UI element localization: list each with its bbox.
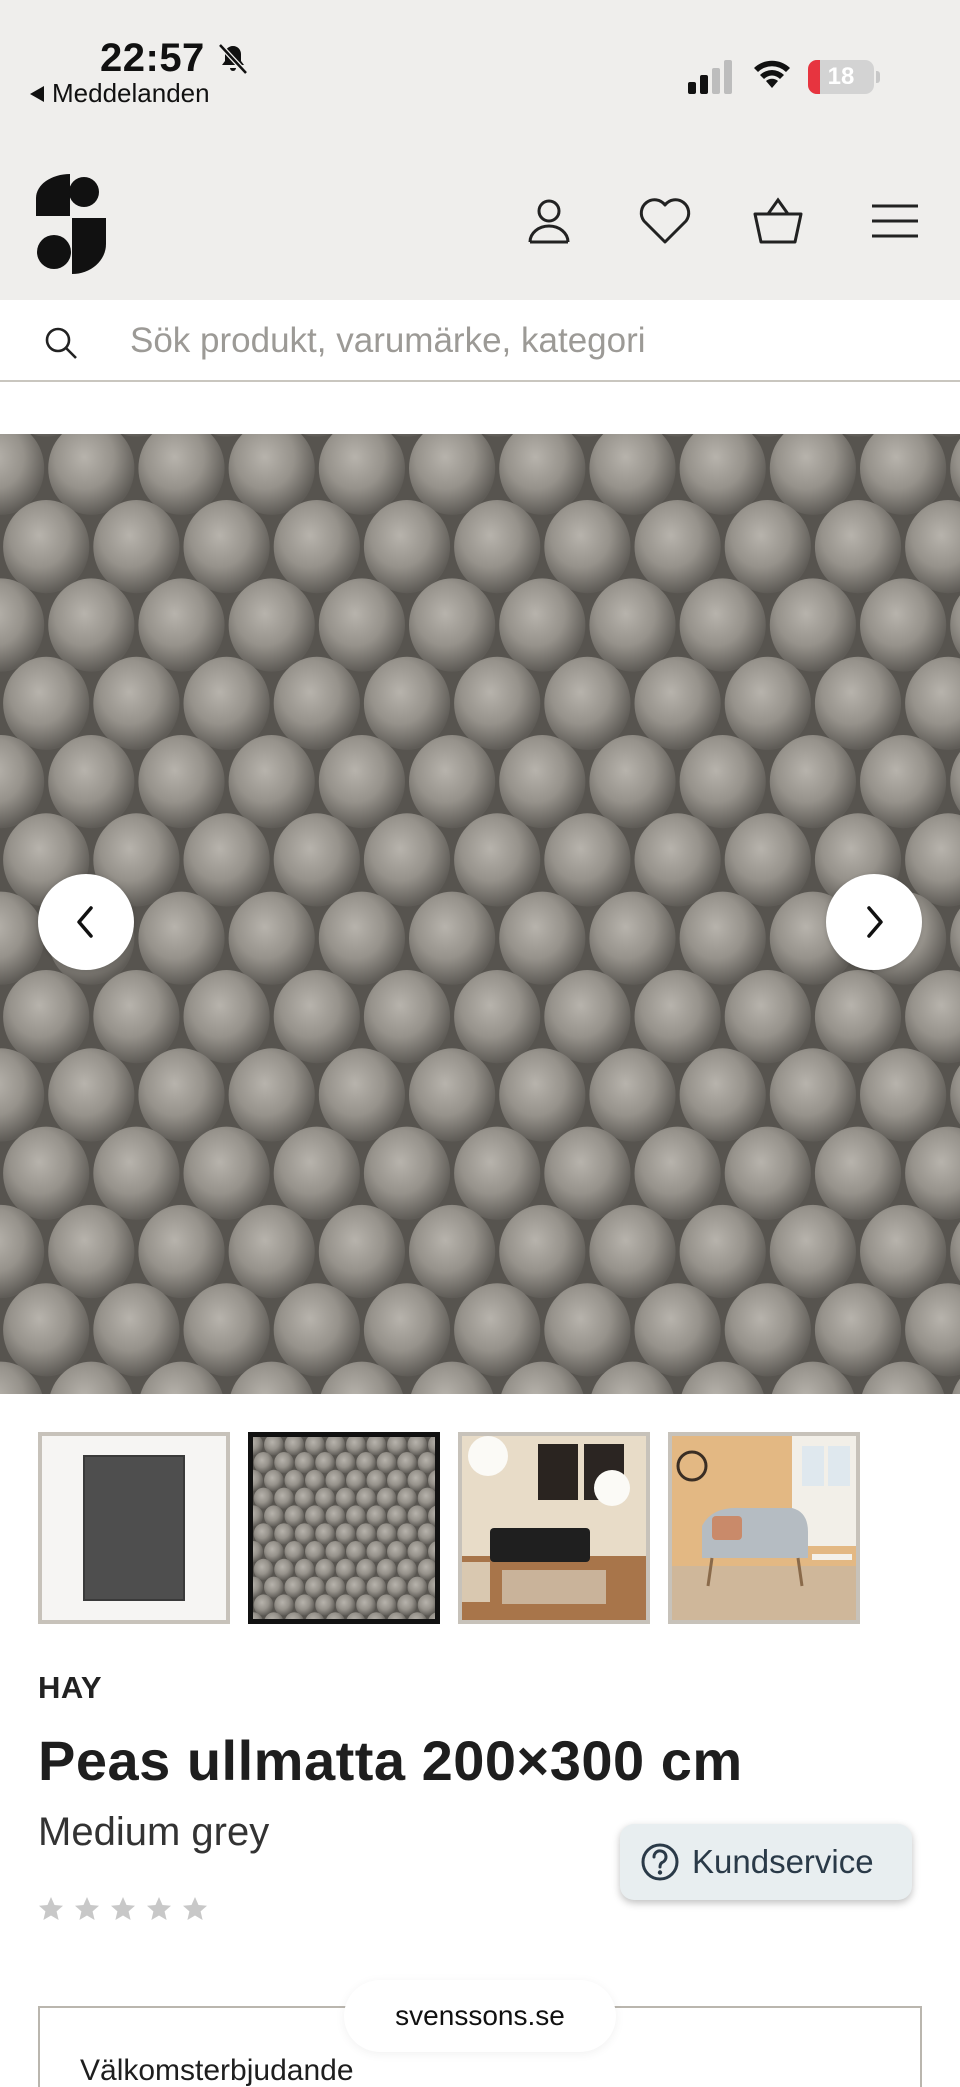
wool-texture-image (0, 434, 960, 1394)
status-bar: 22:57 Meddelanden 18 (0, 0, 960, 130)
wifi-icon (754, 60, 790, 88)
basket-icon[interactable] (752, 196, 804, 246)
menu-icon[interactable] (870, 196, 920, 246)
battery-level: 18 (827, 63, 855, 90)
back-triangle-icon (30, 85, 44, 102)
star-icon (111, 1897, 135, 1920)
thumbnail-strip (38, 1432, 898, 1624)
back-app-label: Meddelanden (52, 78, 210, 108)
product-title: Peas ullmatta 200×300 cm (38, 1729, 743, 1792)
help-icon (641, 1843, 679, 1881)
cut-off-text (40, 360, 440, 384)
browser-url: svenssons.se (395, 2000, 565, 2031)
thumbnail-rug-overview[interactable] (38, 1432, 230, 1624)
rating-stars[interactable] (38, 1896, 208, 1922)
product-variant: Medium grey (38, 1810, 270, 1854)
heart-icon[interactable] (638, 196, 692, 246)
thumbnail-living-room-armchair[interactable] (668, 1432, 860, 1624)
bell-off-icon (218, 43, 248, 75)
product-brand[interactable]: HAY (38, 1670, 102, 1706)
product-image[interactable] (0, 434, 960, 1394)
browser-url-bar[interactable]: svenssons.se (344, 1980, 616, 2052)
star-icon (75, 1897, 99, 1920)
star-icon (39, 1897, 63, 1920)
customer-service-button[interactable]: Kundservice (620, 1824, 912, 1900)
svenssons-logo[interactable] (36, 174, 106, 274)
site-header (0, 130, 960, 300)
star-icon (183, 1897, 207, 1920)
chevron-left-icon (77, 906, 93, 938)
star-icon (147, 1897, 171, 1920)
battery-cap (876, 71, 880, 83)
status-time: 22:57 (100, 36, 205, 80)
next-image-button[interactable] (826, 874, 922, 970)
cellular-signal-icon (688, 60, 732, 94)
search-icon[interactable] (44, 326, 78, 360)
customer-service-label: Kundservice (692, 1843, 874, 1880)
chevron-right-icon (867, 906, 883, 938)
thumbnail-living-room-sofa[interactable] (458, 1432, 650, 1624)
account-icon[interactable] (524, 196, 574, 246)
back-to-app-button[interactable]: Meddelanden (30, 78, 210, 109)
thumbnail-wool-closeup[interactable] (248, 1432, 440, 1624)
previous-image-button[interactable] (38, 874, 134, 970)
welcome-offer-title: Välkomsterbjudande (80, 2054, 354, 2087)
battery-indicator: 18 (808, 60, 874, 94)
